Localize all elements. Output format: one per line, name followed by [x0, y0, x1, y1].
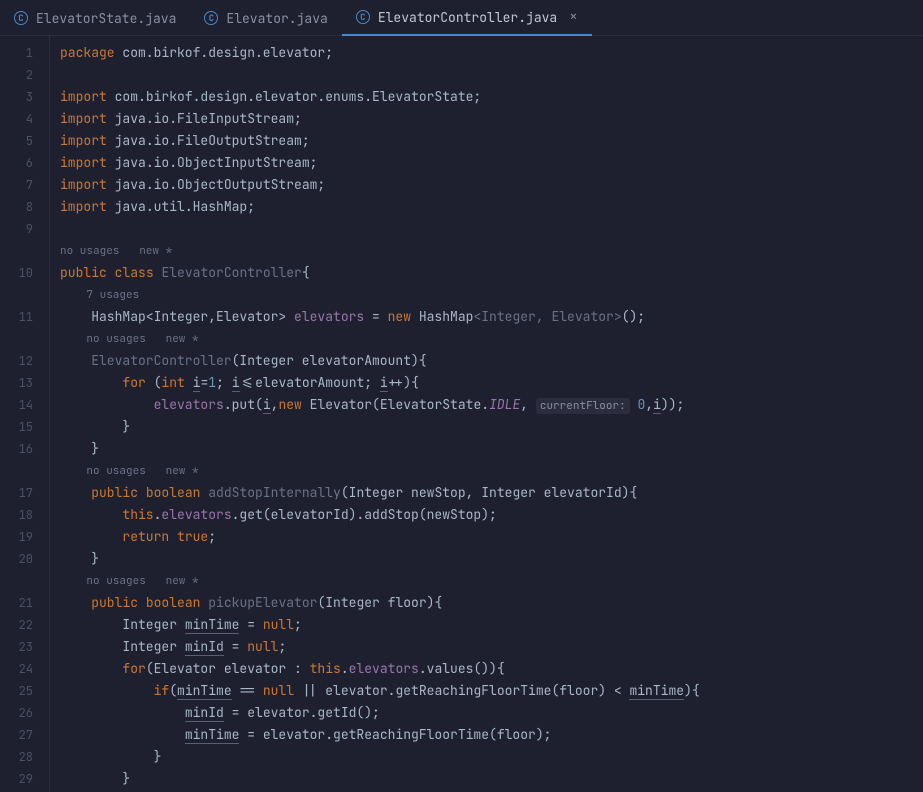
usage-hint: no usages new *: [60, 570, 923, 592]
usage-hint: no usages new *: [60, 460, 923, 482]
tab-label: ElevatorController.java: [378, 9, 557, 26]
class-icon: C: [204, 11, 218, 25]
class-icon: C: [14, 11, 28, 25]
tab-elevatorstate[interactable]: C ElevatorState.java: [0, 0, 190, 36]
class-icon: C: [356, 10, 370, 24]
code-editor[interactable]: 1 2 3 4 5 6 7 8 9 10 11 12 13 14 15 16 1…: [0, 36, 923, 792]
close-icon[interactable]: ×: [569, 8, 577, 26]
tab-elevator[interactable]: C Elevator.java: [190, 0, 341, 36]
usage-hint: no usages new *: [60, 328, 923, 350]
tab-label: ElevatorState.java: [36, 10, 176, 27]
usage-hint: 7 usages: [60, 284, 923, 306]
code-area[interactable]: package com.birkof.design.elevator; impo…: [50, 36, 923, 792]
editor-tabs: C ElevatorState.java C Elevator.java C E…: [0, 0, 923, 36]
usage-hint: no usages new *: [60, 240, 923, 262]
tab-label: Elevator.java: [226, 10, 327, 27]
line-gutter: 1 2 3 4 5 6 7 8 9 10 11 12 13 14 15 16 1…: [0, 36, 50, 792]
param-hint: currentFloor:: [536, 398, 630, 414]
tab-elevatorcontroller[interactable]: C ElevatorController.java ×: [342, 0, 592, 36]
